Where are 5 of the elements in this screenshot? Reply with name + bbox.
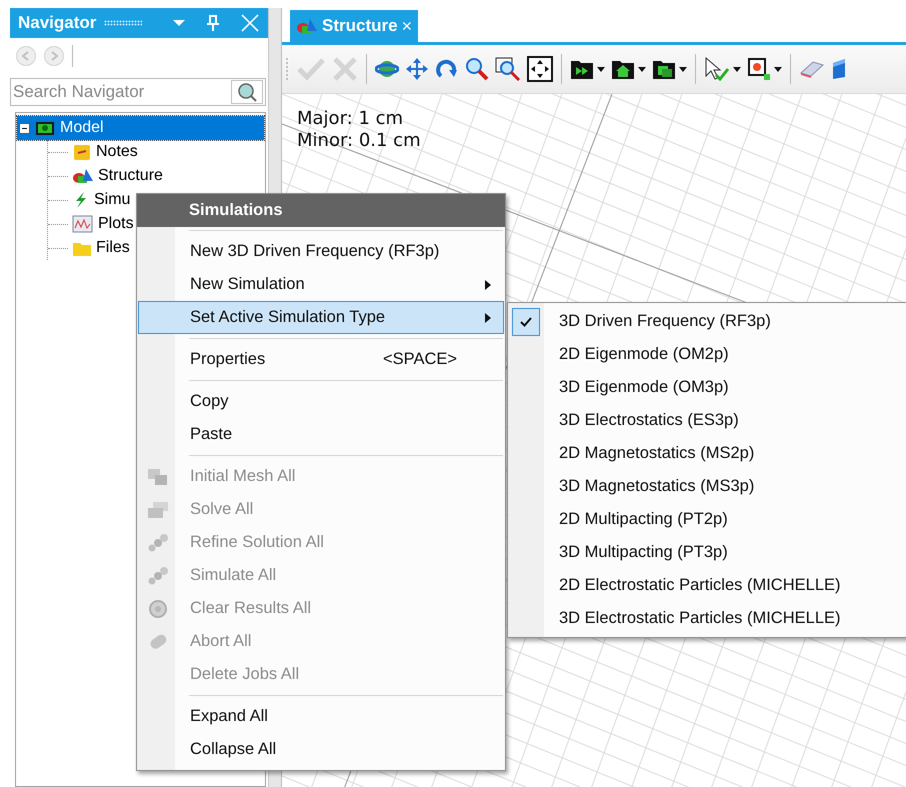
panel-title: Navigator xyxy=(18,13,96,33)
shortcut-label: <SPACE> xyxy=(383,350,457,369)
menu-header: Simulations xyxy=(137,194,505,227)
scale-label: Minor: 0.1 cm xyxy=(297,130,421,152)
scale-label: Major: 1 cm xyxy=(297,108,404,130)
